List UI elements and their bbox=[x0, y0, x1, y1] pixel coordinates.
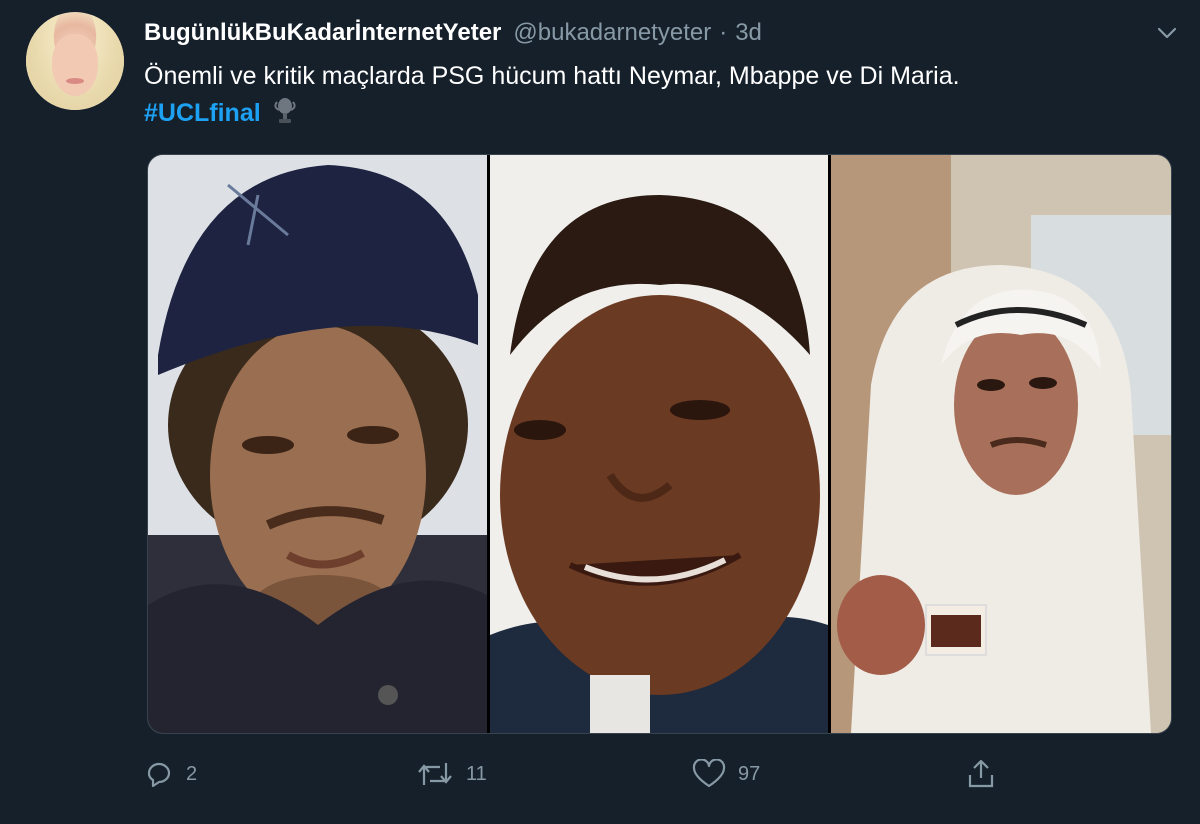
media-photo-3[interactable] bbox=[831, 155, 1171, 733]
separator-dot: · bbox=[719, 19, 728, 46]
tweet-hashtag-line: #UCLfinal bbox=[144, 95, 1174, 136]
retweet-count: 11 bbox=[466, 762, 487, 785]
share-icon bbox=[968, 759, 994, 788]
photo-person-smiling-illustration bbox=[490, 155, 828, 733]
hashtag-link[interactable]: #UCLfinal bbox=[144, 99, 261, 127]
tweet-actions: 2 11 97 bbox=[144, 752, 1024, 796]
photo-person-cap-illustration bbox=[148, 155, 487, 733]
tweet-timestamp[interactable]: 3d bbox=[735, 19, 762, 47]
user-handle[interactable]: @bukadarnetyeter bbox=[513, 19, 711, 47]
heart-icon bbox=[692, 759, 726, 788]
tweet-media-grid[interactable] bbox=[147, 154, 1172, 734]
user-avatar[interactable] bbox=[26, 12, 124, 110]
tweet-text: Önemli ve kritik maçlarda PSG hücum hatt… bbox=[144, 58, 1174, 136]
trophy-icon bbox=[274, 97, 296, 136]
avatar-face bbox=[52, 34, 98, 96]
retweet-icon bbox=[418, 763, 452, 785]
photo-person-headscarf-tea-illustration bbox=[831, 155, 1171, 733]
like-button[interactable]: 97 bbox=[692, 752, 760, 796]
share-button[interactable] bbox=[966, 752, 1008, 796]
retweet-button[interactable]: 11 bbox=[416, 752, 487, 796]
reply-button[interactable]: 2 bbox=[144, 752, 197, 796]
tweet-body: Önemli ve kritik maçlarda PSG hücum hatt… bbox=[144, 62, 960, 90]
reply-count: 2 bbox=[186, 762, 198, 785]
tweet-header: BugünlükBuKadarİnternetYeter @bukadarnet… bbox=[144, 16, 1160, 50]
media-photo-2[interactable] bbox=[490, 155, 828, 733]
tweet[interactable]: BugünlükBuKadarİnternetYeter @bukadarnet… bbox=[0, 0, 1200, 824]
more-options-chevron-down-icon[interactable] bbox=[1154, 20, 1180, 46]
display-name[interactable]: BugünlükBuKadarİnternetYeter bbox=[144, 19, 501, 47]
avatar-lips bbox=[66, 78, 84, 84]
like-count: 97 bbox=[738, 762, 761, 785]
reply-icon bbox=[147, 762, 171, 788]
media-photo-1[interactable] bbox=[148, 155, 487, 733]
